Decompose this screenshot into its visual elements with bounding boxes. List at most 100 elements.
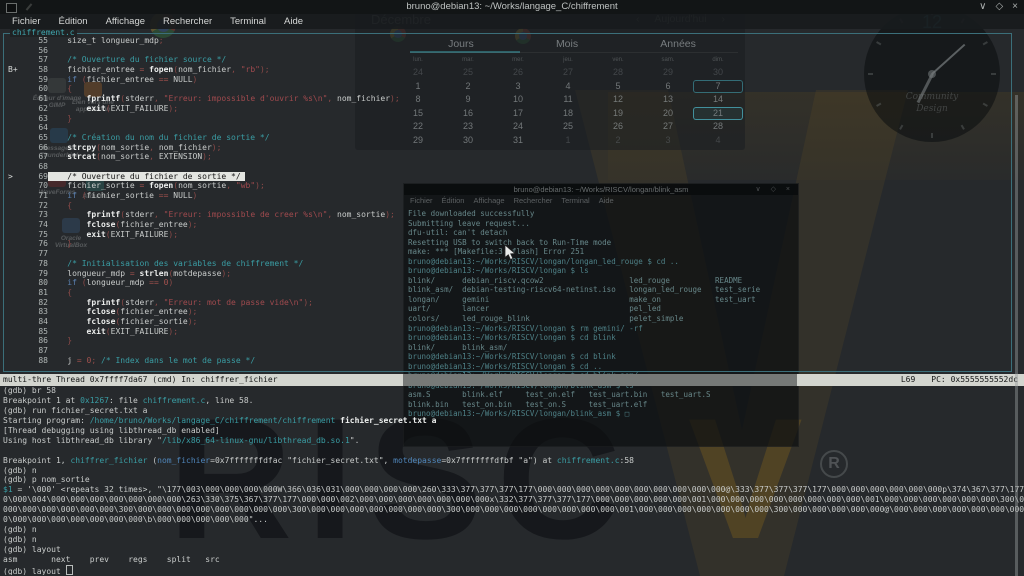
source-code: } bbox=[48, 336, 72, 345]
source-line: 72 { bbox=[4, 201, 1010, 211]
gdb-output-line: Breakpoint 1, chiffrer_fichier (nom_fich… bbox=[3, 456, 1024, 466]
source-code: if (longueur_mdp == 0) bbox=[48, 278, 173, 287]
terminal-menubar: Fichier Édition Affichage Rechercher Termina… bbox=[0, 14, 1024, 29]
source-line: 75 exit(EXIT_FAILURE); bbox=[4, 230, 1010, 240]
minimize-button[interactable]: ∨ bbox=[979, 0, 986, 14]
breakpoint-margin: B+ bbox=[4, 65, 28, 75]
source-code: /* Création du nom du fichier de sortie … bbox=[48, 133, 270, 142]
gdb-output-line: (gdb) n bbox=[3, 466, 1024, 476]
line-number: 77 bbox=[28, 249, 48, 259]
gdb-output-line: (gdb) layout bbox=[3, 565, 1024, 575]
source-code: fprintf(stderr, "Erreur: impossible de c… bbox=[48, 210, 395, 219]
source-code: fclose(fichier_sortie); bbox=[48, 317, 197, 326]
source-line: >69 /* Ouverture du fichier de sortie */ bbox=[4, 172, 1010, 182]
source-code: /* Ouverture du fichier source */ bbox=[48, 55, 226, 64]
source-line: 73 fprintf(stderr, "Erreur: impossible d… bbox=[4, 210, 1010, 220]
source-code: strcat(nom_sortie, EXTENSION); bbox=[48, 152, 212, 161]
line-number: 61 bbox=[28, 94, 48, 104]
source-line: 59 if (fichier_entree == NULL) bbox=[4, 75, 1010, 85]
gdb-output-line: $1 = '\000' <repeats 32 times>, "\177\00… bbox=[3, 485, 1024, 495]
source-code: fclose(fichier_entree); bbox=[48, 307, 197, 316]
close-button[interactable]: × bbox=[1012, 0, 1018, 14]
line-number: 88 bbox=[28, 356, 48, 366]
source-line: 82 fprintf(stderr, "Erreur: mot de passe… bbox=[4, 298, 1010, 308]
source-line: 88 j = 0; /* Index dans le mot de passe … bbox=[4, 356, 1010, 366]
source-code: { bbox=[48, 84, 72, 93]
maximize-button[interactable]: ◇ bbox=[995, 0, 1003, 14]
line-number: 60 bbox=[28, 84, 48, 94]
line-number: 67 bbox=[28, 152, 48, 162]
source-code: fprintf(stderr, "Erreur: impossible d'ou… bbox=[48, 94, 400, 103]
gdb-output-line: Using host libthread_db library "/lib/x8… bbox=[3, 436, 1024, 446]
line-number: 65 bbox=[28, 133, 48, 143]
source-line: 66 strcpy(nom_sortie, nom_fichier); bbox=[4, 143, 1010, 153]
source-line: 67 strcat(nom_sortie, EXTENSION); bbox=[4, 152, 1010, 162]
terminal-titlebar[interactable]: bruno@debian13: ~/Works/langage_C/chiffr… bbox=[0, 0, 1024, 14]
source-code: if (fichier_entree == NULL) bbox=[48, 75, 197, 84]
line-number: 71 bbox=[28, 191, 48, 201]
source-code: { bbox=[48, 288, 72, 297]
line-number: 57 bbox=[28, 55, 48, 65]
line-number: 78 bbox=[28, 259, 48, 269]
gdb-console[interactable]: (gdb) br 58Breakpoint 1 at 0x1267: file … bbox=[0, 386, 1024, 576]
source-code: if (fichier_sortie == NULL) bbox=[48, 191, 197, 200]
terminal-scrollbar[interactable] bbox=[1015, 95, 1018, 576]
window-title: bruno@debian13: ~/Works/langage_C/chiffr… bbox=[0, 0, 1024, 14]
line-number: 59 bbox=[28, 75, 48, 85]
line-number: 75 bbox=[28, 230, 48, 240]
source-code-panel: 55 size_t longueur_mdp;5657 /* Ouverture… bbox=[4, 36, 1010, 371]
source-line: 64 bbox=[4, 123, 1010, 133]
gdb-output-line: Breakpoint 1 at 0x1267: file chiffrement… bbox=[3, 396, 1024, 406]
tui-border-bottom bbox=[3, 371, 1011, 372]
source-code: { bbox=[48, 201, 72, 210]
source-code: fclose(fichier_entree); bbox=[48, 220, 197, 229]
gdb-output-line: asm next prev regs split src bbox=[3, 555, 1024, 565]
source-line: 68 bbox=[4, 162, 1010, 172]
breakpoint-margin: > bbox=[4, 172, 28, 182]
gdb-output-line: (gdb) n bbox=[3, 525, 1024, 535]
menu-item-fichier[interactable]: Fichier bbox=[5, 14, 48, 29]
source-line: 61 fprintf(stderr, "Erreur: impossible d… bbox=[4, 94, 1010, 104]
line-number: 56 bbox=[28, 46, 48, 56]
gdb-output-line: Starting program: /home/bruno/Works/lang… bbox=[3, 416, 1024, 426]
source-code: fichier_entree = fopen(nom_fichier, "rb"… bbox=[48, 65, 270, 74]
line-number: 74 bbox=[28, 220, 48, 230]
source-code: exit(EXIT_FAILURE); bbox=[48, 327, 178, 336]
current-source-line: /* Ouverture du fichier de sortie */ bbox=[48, 172, 245, 181]
menu-item-aide[interactable]: Aide bbox=[277, 14, 310, 29]
source-line: 65 /* Création du nom du fichier de sort… bbox=[4, 133, 1010, 143]
source-line: 84 fclose(fichier_sortie); bbox=[4, 317, 1010, 327]
gdb-output-line: [Thread debugging using libthread_db ena… bbox=[3, 426, 1024, 436]
gdb-output-line: (gdb) n bbox=[3, 535, 1024, 545]
gdb-output-line: (gdb) run fichier_secret.txt a bbox=[3, 406, 1024, 416]
line-number: 87 bbox=[28, 346, 48, 356]
line-number: 58 bbox=[28, 65, 48, 75]
source-line: 60 { bbox=[4, 84, 1010, 94]
menu-item-affichage[interactable]: Affichage bbox=[99, 14, 152, 29]
source-line: 87 bbox=[4, 346, 1010, 356]
source-line: 63 } bbox=[4, 114, 1010, 124]
status-thread-info: multi-thre Thread 0x7ffff7da67 (cmd) In:… bbox=[0, 374, 901, 386]
line-number: 72 bbox=[28, 201, 48, 211]
source-line: 79 longueur_mdp = strlen(motdepasse); bbox=[4, 269, 1010, 279]
source-line: 83 fclose(fichier_entree); bbox=[4, 307, 1010, 317]
source-line: 71 if (fichier_sortie == NULL) bbox=[4, 191, 1010, 201]
source-line: 62 exit(EXIT_FAILURE); bbox=[4, 104, 1010, 114]
source-code: j = 0; /* Index dans le mot de passe */ bbox=[48, 356, 255, 365]
menu-item-terminal[interactable]: Terminal bbox=[223, 14, 273, 29]
source-line: 86 } bbox=[4, 336, 1010, 346]
source-line: 56 bbox=[4, 46, 1010, 56]
line-number: 85 bbox=[28, 327, 48, 337]
source-code: } bbox=[48, 239, 72, 248]
line-number: 68 bbox=[28, 162, 48, 172]
line-number: 79 bbox=[28, 269, 48, 279]
source-code: exit(EXIT_FAILURE); bbox=[48, 104, 178, 113]
gdb-output-line: 0\000\004\000\000\000\000\000\000\000\26… bbox=[3, 495, 1024, 505]
line-number: 80 bbox=[28, 278, 48, 288]
menu-item-édition[interactable]: Édition bbox=[52, 14, 95, 29]
menu-item-rechercher[interactable]: Rechercher bbox=[156, 14, 219, 29]
gdb-output-line: 0\000\000\000\000\000\000\000\b\000\000\… bbox=[3, 515, 1024, 525]
line-number: 64 bbox=[28, 123, 48, 133]
source-code: } bbox=[48, 114, 72, 123]
line-number: 86 bbox=[28, 336, 48, 346]
